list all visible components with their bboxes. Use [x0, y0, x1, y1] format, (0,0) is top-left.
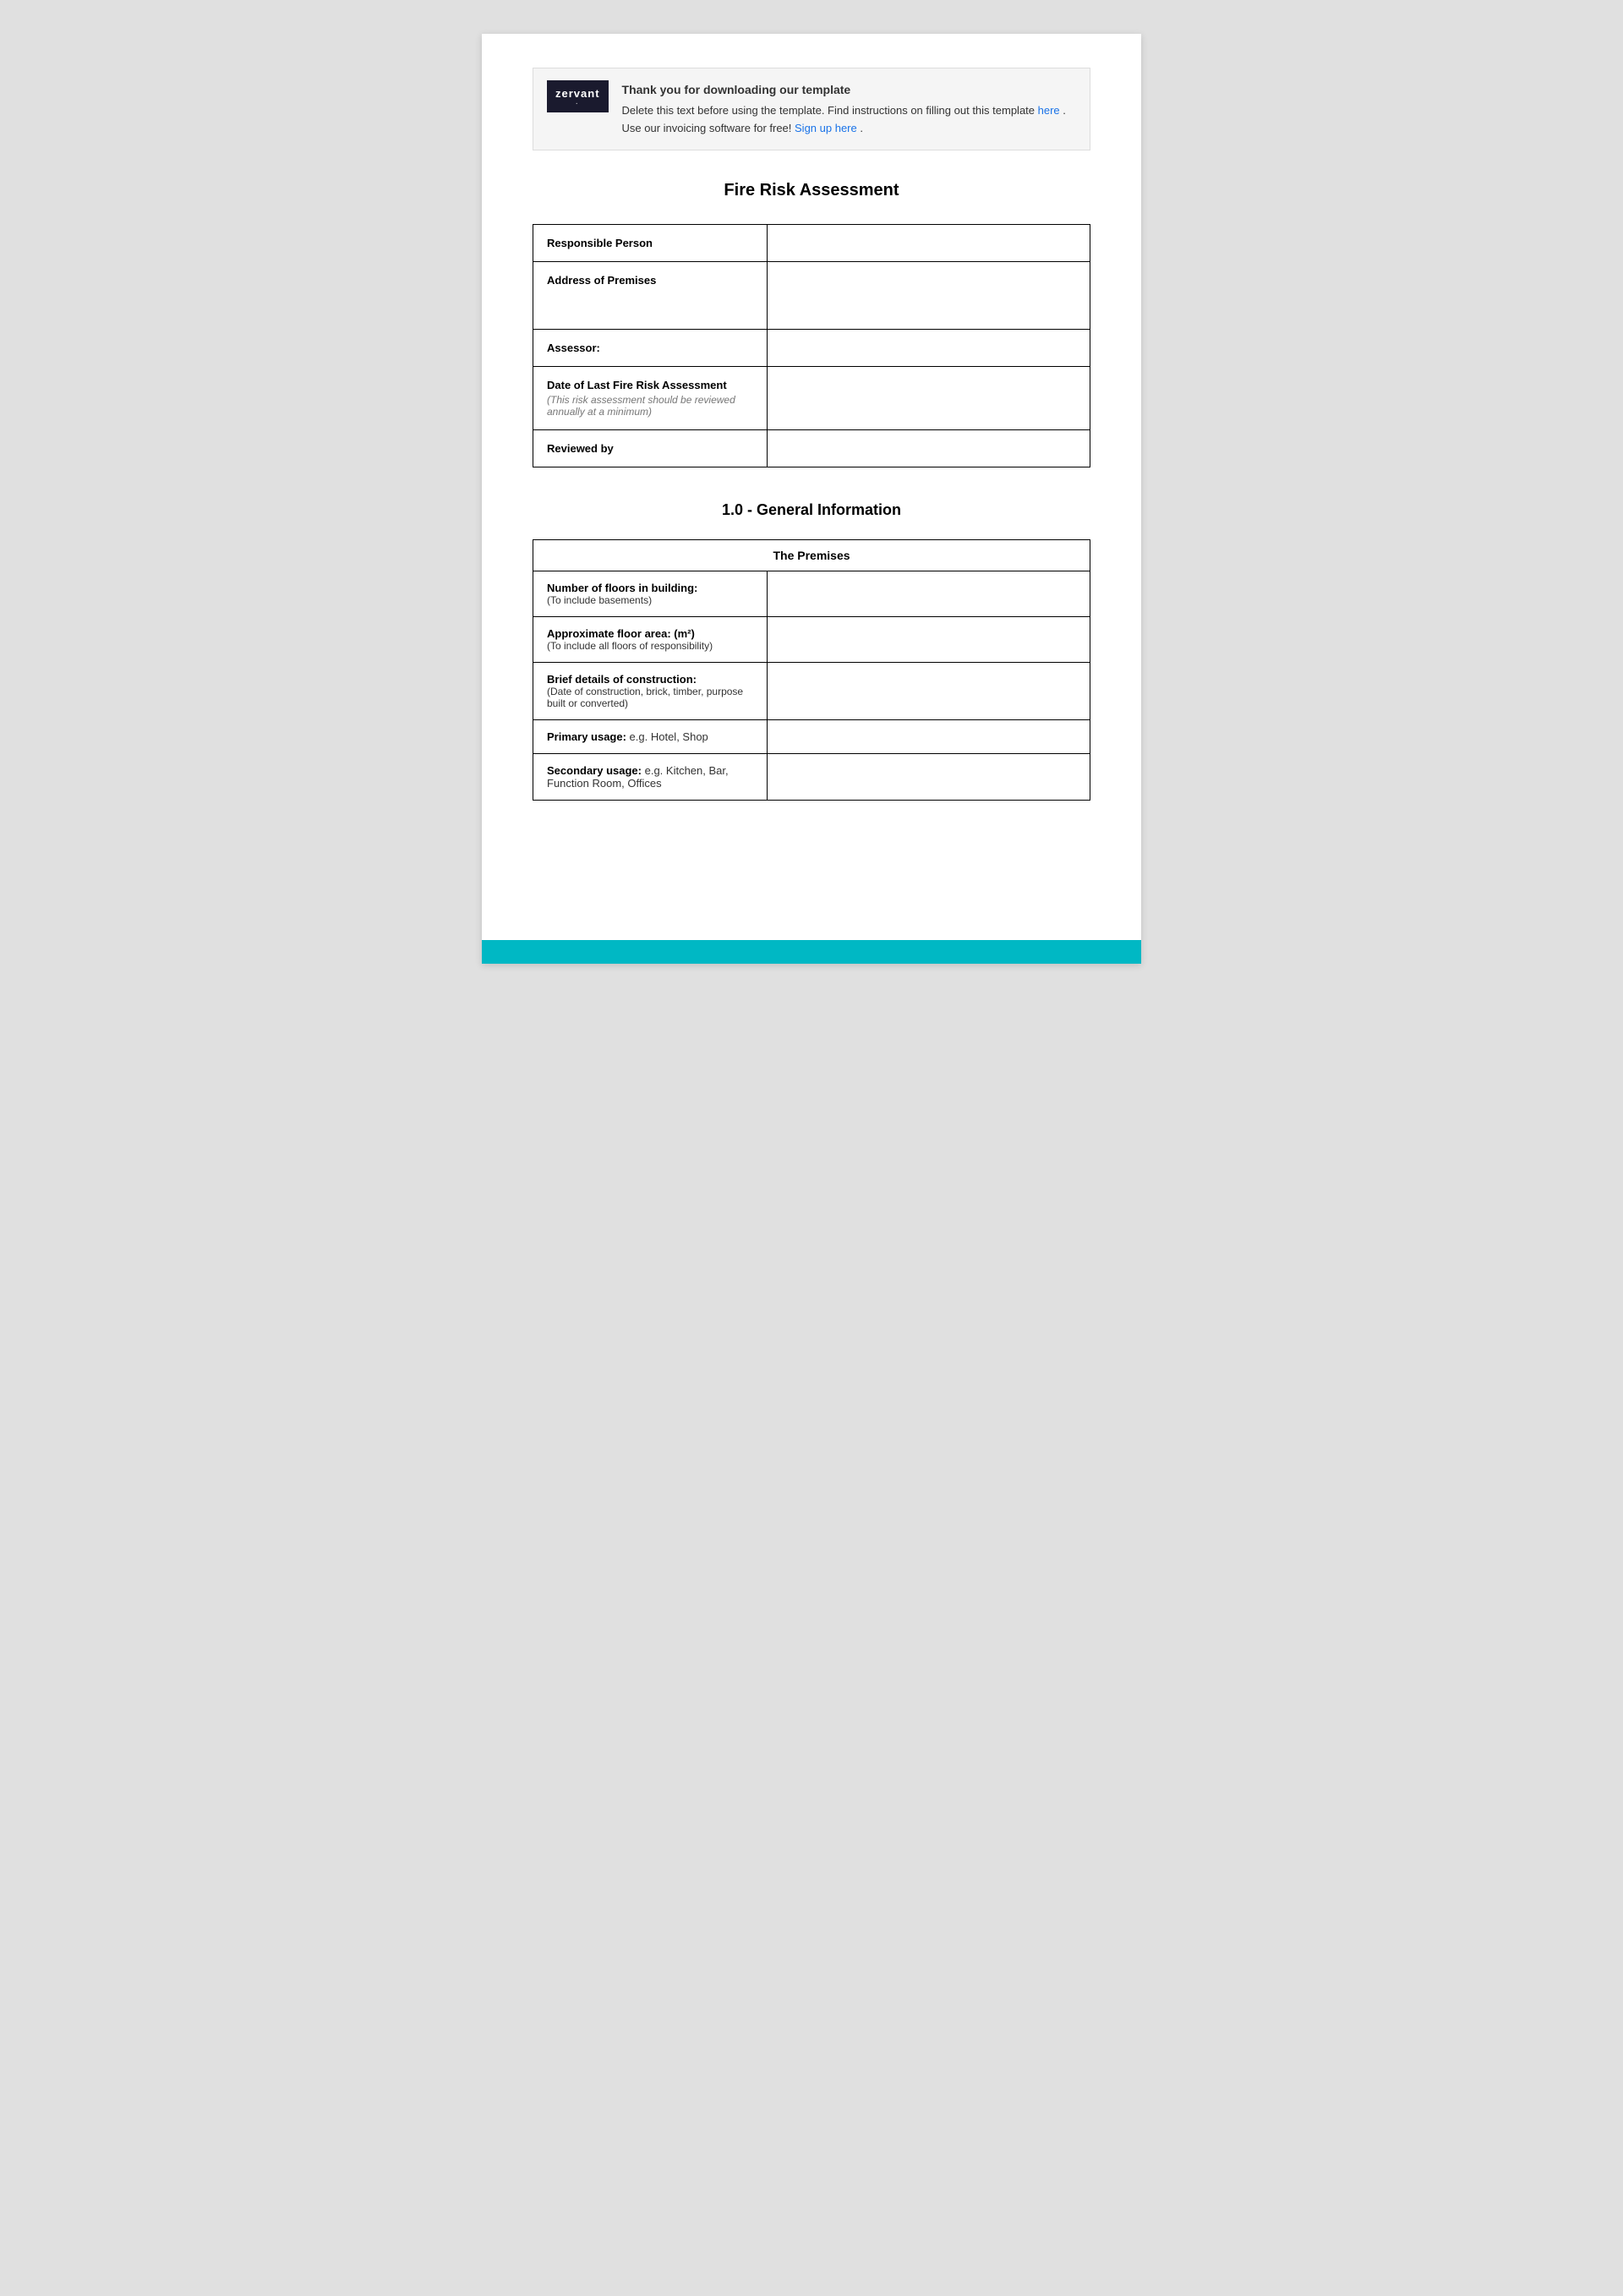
- table-row: Brief details of construction: (Date of …: [533, 662, 1090, 719]
- header-title: Thank you for downloading our template: [622, 80, 1076, 99]
- table-row: Address of Premises: [533, 261, 1090, 329]
- primary-usage-value[interactable]: [767, 719, 1090, 753]
- document-title: Fire Risk Assessment: [533, 181, 1090, 200]
- table-row: Date of Last Fire Risk Assessment (This …: [533, 366, 1090, 429]
- address-label: Address of Premises: [533, 261, 768, 329]
- header-description: Thank you for downloading our template D…: [622, 80, 1076, 138]
- floors-label: Number of floors in building: (To includ…: [533, 571, 768, 616]
- construction-label-sub: (Date of construction, brick, timber, pu…: [547, 686, 753, 709]
- info-table: Responsible Person Address of Premises A…: [533, 224, 1090, 467]
- section1-title: 1.0 - General Information: [533, 501, 1090, 519]
- table-row: Assessor:: [533, 329, 1090, 366]
- floors-label-sub: (To include basements): [547, 594, 753, 606]
- floors-value[interactable]: [767, 571, 1090, 616]
- secondary-usage-value[interactable]: [767, 753, 1090, 800]
- table-row: Approximate floor area: (m²) (To include…: [533, 616, 1090, 662]
- responsible-person-label: Responsible Person: [533, 224, 768, 261]
- floor-area-label-main: Approximate floor area: (m²): [547, 627, 695, 640]
- footer-bar: [482, 940, 1141, 964]
- date-value[interactable]: [767, 366, 1090, 429]
- header-link2[interactable]: Sign up here: [795, 122, 857, 134]
- secondary-usage-label: Secondary usage: e.g. Kitchen, Bar, Func…: [533, 753, 768, 800]
- header-link1[interactable]: here: [1038, 104, 1060, 117]
- logo: zervant .: [547, 80, 609, 112]
- date-label-italic: (This risk assessment should be reviewed…: [547, 394, 753, 418]
- floor-area-value[interactable]: [767, 616, 1090, 662]
- primary-usage-label-main: Primary usage:: [547, 730, 630, 743]
- table-row: Secondary usage: e.g. Kitchen, Bar, Func…: [533, 753, 1090, 800]
- table-row: Responsible Person: [533, 224, 1090, 261]
- table-row: Number of floors in building: (To includ…: [533, 571, 1090, 616]
- premises-table-header-row: The Premises: [533, 539, 1090, 571]
- header-end: .: [860, 122, 863, 134]
- secondary-usage-label-main: Secondary usage:: [547, 764, 645, 777]
- logo-text: zervant: [555, 87, 600, 100]
- construction-label: Brief details of construction: (Date of …: [533, 662, 768, 719]
- page-container: zervant . Thank you for downloading our …: [482, 34, 1141, 964]
- floors-label-main: Number of floors in building:: [547, 582, 697, 594]
- responsible-person-value[interactable]: [767, 224, 1090, 261]
- address-value[interactable]: [767, 261, 1090, 329]
- table-row: Reviewed by: [533, 429, 1090, 467]
- construction-value[interactable]: [767, 662, 1090, 719]
- premises-table: The Premises Number of floors in buildin…: [533, 539, 1090, 801]
- logo-sub: .: [555, 100, 600, 106]
- floor-area-label: Approximate floor area: (m²) (To include…: [533, 616, 768, 662]
- reviewed-by-label: Reviewed by: [533, 429, 768, 467]
- primary-usage-label: Primary usage: e.g. Hotel, Shop: [533, 719, 768, 753]
- premises-table-header: The Premises: [533, 539, 1090, 571]
- assessor-label: Assessor:: [533, 329, 768, 366]
- date-label: Date of Last Fire Risk Assessment (This …: [533, 366, 768, 429]
- construction-label-main: Brief details of construction:: [547, 673, 697, 686]
- assessor-value[interactable]: [767, 329, 1090, 366]
- table-row: Primary usage: e.g. Hotel, Shop: [533, 719, 1090, 753]
- reviewed-by-value[interactable]: [767, 429, 1090, 467]
- header-banner: zervant . Thank you for downloading our …: [533, 68, 1090, 150]
- primary-usage-label-sub: e.g. Hotel, Shop: [630, 730, 708, 743]
- floor-area-label-sub: (To include all floors of responsibility…: [547, 640, 753, 652]
- header-body: Delete this text before using the templa…: [622, 104, 1038, 117]
